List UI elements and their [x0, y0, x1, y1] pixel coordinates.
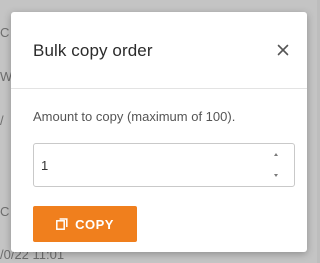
copy-icon	[56, 218, 68, 230]
bulk-copy-dialog: Bulk copy order Amount to copy (maximum …	[11, 12, 307, 252]
chevron-up-icon[interactable]	[274, 153, 278, 156]
amount-label: Amount to copy (maximum of 100).	[33, 109, 236, 124]
close-button[interactable]	[273, 40, 293, 60]
amount-input[interactable]: 1	[33, 143, 295, 187]
amount-value: 1	[41, 158, 49, 173]
dialog-header: Bulk copy order	[11, 12, 307, 89]
chevron-down-icon[interactable]	[274, 174, 278, 177]
background-text: /	[0, 113, 4, 128]
copy-button[interactable]: COPY	[33, 206, 137, 242]
dialog-title: Bulk copy order	[33, 41, 153, 60]
copy-button-label: COPY	[75, 216, 114, 232]
background-text: C	[0, 204, 10, 219]
close-icon	[277, 44, 289, 56]
background-text: C	[0, 25, 10, 40]
